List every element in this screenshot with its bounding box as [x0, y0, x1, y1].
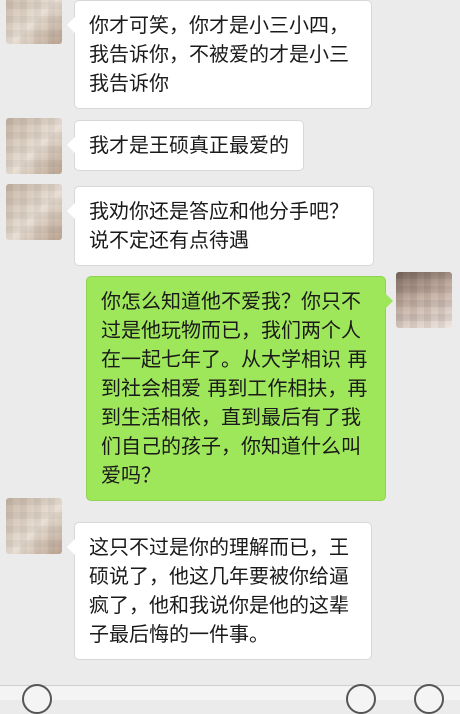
message-line: 你才可笑，你才是小三小四， [89, 13, 349, 37]
contact-avatar[interactable] [6, 118, 62, 174]
message-line: 我才是王硕真正最爱的 [89, 133, 289, 157]
message-line: 我劝你还是答应和他分手吧？ [89, 199, 349, 223]
message-bubble-incoming[interactable]: 你才可笑，你才是小三小四， 我告诉你，不被爱的才是小三 我告诉你 [67, 0, 372, 109]
voice-icon[interactable] [22, 684, 52, 714]
message-bubble-incoming[interactable]: 这只不过是你的理解而已，王 硕说了，他这几年要被你给逼 疯了，他和我说你是他的这… [67, 522, 372, 660]
message-line: 在一起七年了。从大学相识 再 [101, 347, 368, 371]
message-bubble-incoming[interactable]: 我才是王硕真正最爱的 [67, 120, 304, 171]
message-line: 我告诉你 [89, 71, 169, 95]
message-line: 们自己的孩子，你知道什么叫 [101, 434, 361, 458]
contact-avatar[interactable] [6, 498, 62, 554]
message-line: 子最后悔的一件事。 [89, 622, 269, 646]
message-line: 疯了，他和我说你是他的这辈 [89, 593, 349, 617]
contact-avatar[interactable] [6, 0, 62, 44]
message-line: 我告诉你，不被爱的才是小三 [89, 42, 349, 66]
message-line: 硕说了，他这几年要被你给逼 [89, 564, 349, 588]
message-line: 到社会相爱 再到工作相扶，再 [101, 376, 368, 400]
my-avatar[interactable] [396, 272, 452, 328]
plus-icon[interactable] [414, 684, 444, 714]
message-line: 过是他玩物而已，我们两个人 [101, 318, 361, 342]
contact-avatar[interactable] [6, 184, 62, 240]
emoji-icon[interactable] [346, 684, 376, 714]
message-line: 这只不过是你的理解而已，王 [89, 535, 349, 559]
bubble-tail [59, 203, 75, 219]
message-bubble-incoming[interactable]: 我劝你还是答应和他分手吧？ 说不定还有点待遇 [67, 186, 374, 266]
bubble-tail [59, 17, 75, 33]
message-line: 你怎么知道他不爱我？你只不 [101, 289, 361, 313]
message-bubble-outgoing[interactable]: 你怎么知道他不爱我？你只不 过是他玩物而已，我们两个人 在一起七年了。从大学相识… [86, 276, 393, 501]
message-line: 爱吗？ [101, 463, 161, 487]
message-line: 到生活相依，直到最后有了我 [101, 405, 361, 429]
bubble-tail [59, 137, 75, 153]
input-bar [0, 684, 460, 714]
message-line: 说不定还有点待遇 [89, 228, 249, 252]
bubble-tail [59, 539, 75, 555]
